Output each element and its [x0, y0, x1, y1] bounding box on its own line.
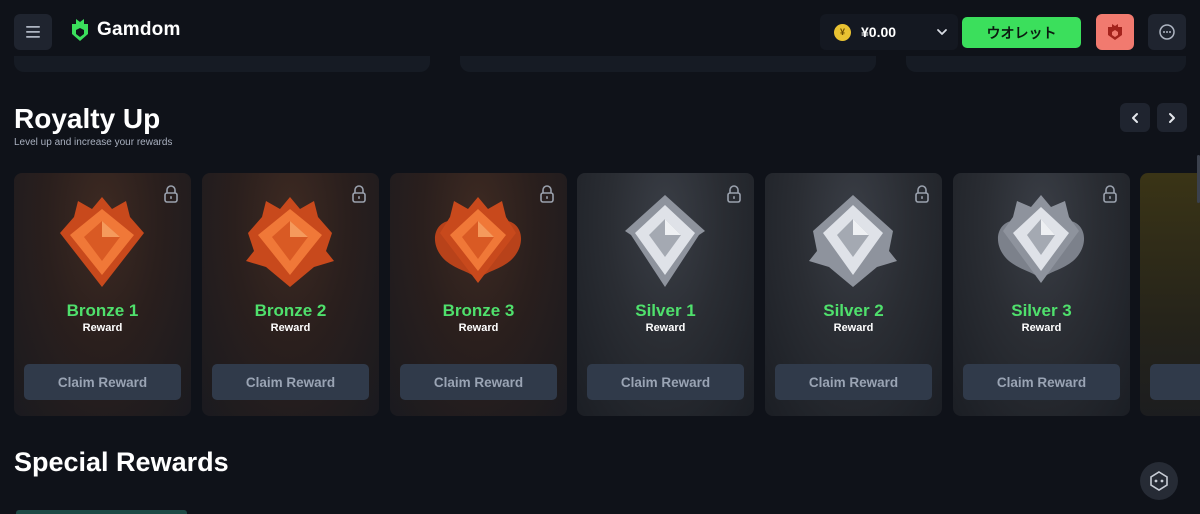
lock-icon [352, 185, 366, 203]
carousel-prev-button[interactable] [1120, 103, 1150, 132]
silver-1-badge-icon [625, 195, 705, 287]
tier-reward-label: Reward [1021, 322, 1062, 334]
top-header: Gamdom ¥ ¥0.00 ウオレット [0, 0, 1200, 64]
lock-icon [727, 185, 741, 203]
carousel-next-button[interactable] [1157, 103, 1187, 132]
tier-card-partial [1140, 173, 1200, 416]
chevron-right-icon [1169, 112, 1175, 123]
bronze-1-badge-icon [60, 197, 144, 287]
previous-section-card [906, 56, 1186, 72]
previous-section-card [14, 56, 430, 72]
lock-icon [1103, 185, 1117, 203]
chevron-down-icon [937, 29, 947, 35]
tier-card-bronze-3: Bronze 3 Reward Claim Reward [390, 173, 567, 416]
bronze-3-badge-icon [434, 197, 522, 283]
tier-card-silver-1: Silver 1 Reward Claim Reward [577, 173, 754, 416]
silver-3-badge-icon [997, 195, 1085, 283]
tier-reward-label: Reward [270, 322, 311, 334]
wallet-button[interactable]: ウオレット [962, 17, 1081, 48]
gamdom-logo-icon [72, 19, 88, 41]
tier-reward-label: Reward [833, 322, 874, 334]
tier-card-silver-3: Silver 3 Reward Claim Reward [953, 173, 1130, 416]
tier-reward-label: Reward [458, 322, 499, 334]
chat-bubble-icon [1159, 24, 1175, 40]
claim-reward-button[interactable] [1150, 364, 1200, 400]
logo-text: Gamdom [97, 19, 181, 40]
special-rewards-title: Special Rewards [14, 447, 229, 477]
claim-reward-button[interactable]: Claim Reward [400, 364, 557, 400]
lock-icon [915, 185, 929, 203]
royalty-subtitle: Level up and increase your rewards [14, 137, 173, 148]
lock-icon [164, 185, 178, 203]
claim-reward-button[interactable]: Claim Reward [212, 364, 369, 400]
claim-reward-button[interactable]: Claim Reward [587, 364, 744, 400]
hamburger-menu-icon [26, 26, 40, 38]
support-button[interactable] [1140, 462, 1178, 500]
claim-reward-button[interactable]: Claim Reward [775, 364, 932, 400]
tier-reward-label: Reward [82, 322, 123, 334]
tier-name: Silver 1 [635, 301, 696, 320]
chat-button[interactable] [1148, 14, 1186, 50]
tier-name: Bronze 3 [442, 301, 515, 320]
tier-card-bronze-2: Bronze 2 Reward Claim Reward [202, 173, 379, 416]
avatar-icon [1108, 24, 1122, 40]
tier-name: Silver 3 [1011, 301, 1072, 320]
claim-reward-button[interactable]: Claim Reward [963, 364, 1120, 400]
special-reward-card-edge [16, 510, 187, 514]
bronze-2-badge-icon [246, 197, 334, 287]
royalty-title: Royalty Up [14, 103, 161, 134]
balance-dropdown[interactable]: ¥ ¥0.00 [820, 14, 958, 50]
menu-button[interactable] [14, 14, 52, 50]
tier-card-silver-2: Silver 2 Reward Claim Reward [765, 173, 942, 416]
gamdom-logo[interactable]: Gamdom [70, 18, 181, 42]
avatar[interactable] [1096, 14, 1134, 50]
previous-section-card [460, 56, 876, 72]
coin-icon: ¥ [834, 23, 851, 41]
support-icon [1150, 471, 1168, 491]
tier-name: Silver 2 [823, 301, 884, 320]
chevron-left-icon [1132, 112, 1138, 123]
claim-reward-button[interactable]: Claim Reward [24, 364, 181, 400]
balance-amount: ¥0.00 [861, 24, 897, 40]
lock-icon [540, 185, 554, 203]
tier-reward-label: Reward [645, 322, 686, 334]
silver-2-badge-icon [809, 195, 897, 287]
tier-card-bronze-1: Bronze 1 Reward Claim Reward [14, 173, 191, 416]
tier-name: Bronze 2 [254, 301, 327, 320]
tier-name: Bronze 1 [66, 301, 139, 320]
